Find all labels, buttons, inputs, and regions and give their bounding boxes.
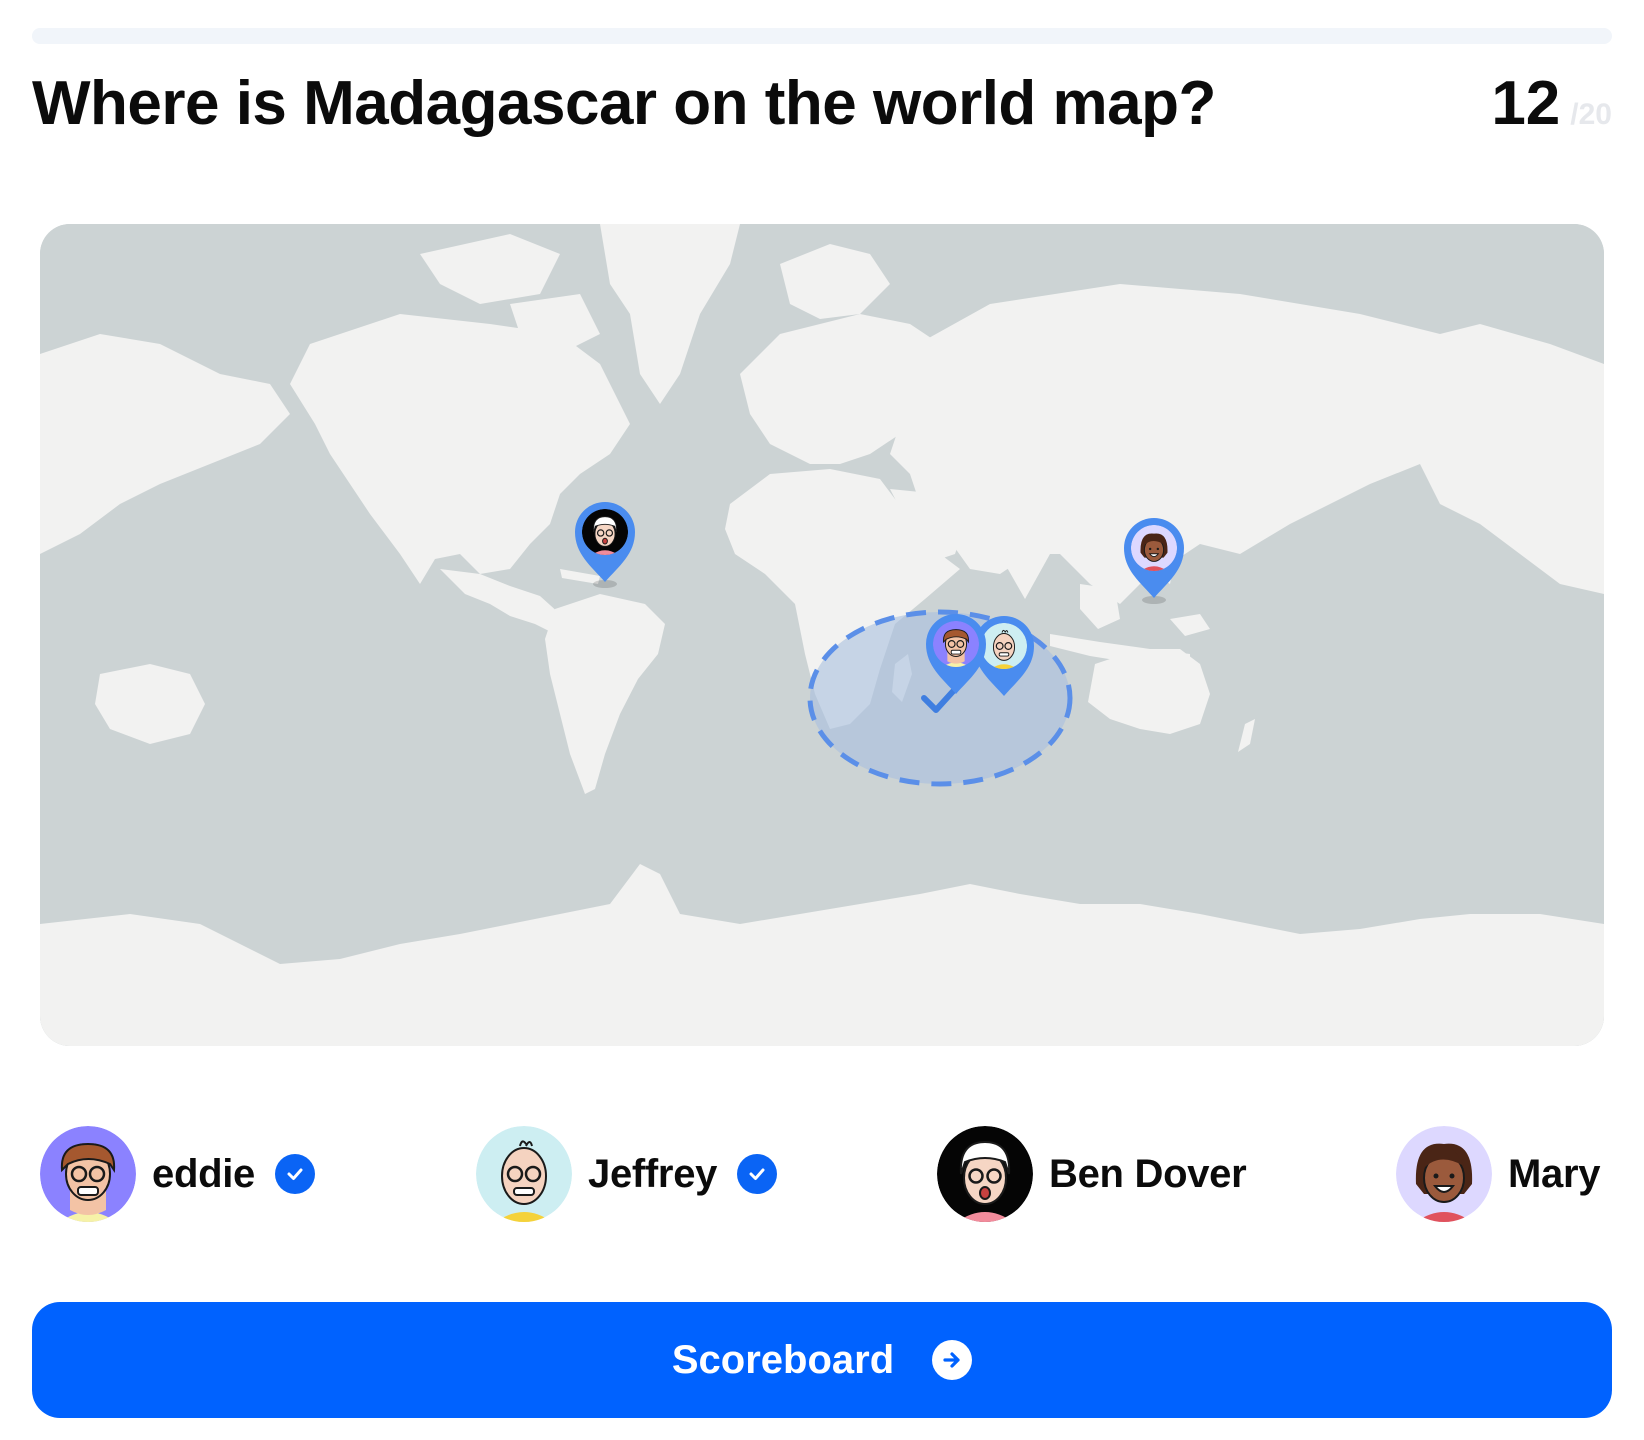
player-jeffrey: Jeffrey <box>476 1126 778 1222</box>
progress-fill <box>32 28 980 44</box>
avatar <box>937 1126 1033 1222</box>
player-name: Mary <box>1508 1151 1601 1196</box>
verified-check-icon <box>274 1154 315 1194</box>
progress-bar <box>32 28 1612 44</box>
player-name: Jeffrey <box>588 1151 718 1196</box>
verified-check-icon <box>737 1154 778 1194</box>
scoreboard-label: Scoreboard <box>671 1337 895 1382</box>
avatar <box>1396 1126 1492 1222</box>
scoreboard-button[interactable]: Scoreboard <box>32 1302 1612 1418</box>
player-ben-dover: Ben Dover <box>937 1126 1247 1222</box>
player-name: eddie <box>152 1151 255 1196</box>
avatar <box>40 1126 136 1222</box>
player-eddie: eddie <box>40 1126 315 1222</box>
world-map[interactable] <box>40 224 1604 1046</box>
arrow-right-circle-icon <box>932 1340 973 1380</box>
question-counter: 12 /20 <box>1491 64 1612 144</box>
total-questions: /20 <box>1570 98 1612 131</box>
player-list: eddie Jeffrey Ben Dover Mary <box>40 1126 1604 1222</box>
player-mary: Mary <box>1396 1126 1600 1222</box>
player-name: Ben Dover <box>1049 1151 1247 1196</box>
current-question-number: 12 <box>1491 69 1561 138</box>
question-title: Where is Madagascar on the world map? <box>32 69 1216 138</box>
avatar <box>476 1126 572 1222</box>
